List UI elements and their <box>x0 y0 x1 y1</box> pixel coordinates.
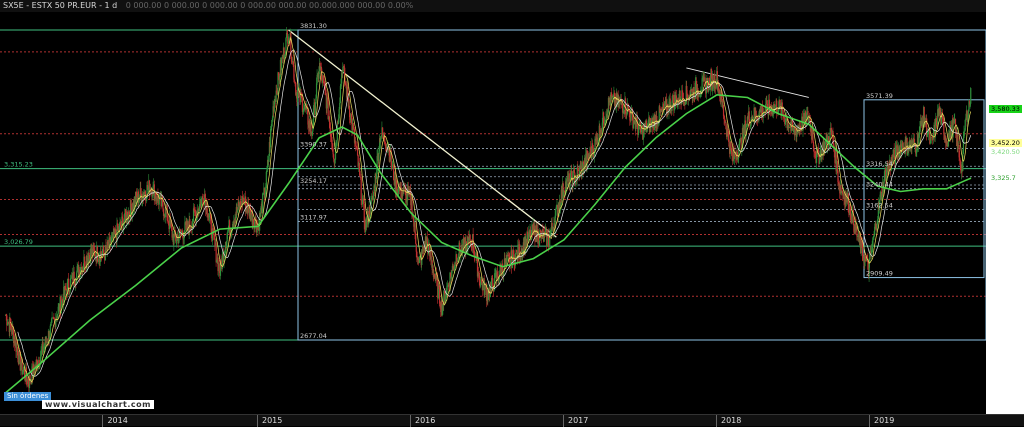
candle-body <box>943 122 945 135</box>
fib-level-label: 3571.39 <box>866 92 893 100</box>
candle-body <box>215 242 217 263</box>
price-tag: 3,580.33 <box>989 105 1022 114</box>
candle-body <box>338 109 340 119</box>
candle-body <box>250 214 252 221</box>
candle-body <box>456 254 458 262</box>
candle-body <box>360 177 362 201</box>
candle-body <box>861 242 864 256</box>
candle-body <box>17 350 19 360</box>
year-tick-2019: 2019 <box>869 415 894 427</box>
candle-body <box>333 154 335 160</box>
price-chart-svg[interactable]: 3831.30 3390.37 3254.17 3117.97 2677.04 3571.… <box>0 12 986 414</box>
symbol-title: SX5E - ESTX 50 PR.EUR - 1 d <box>3 1 118 10</box>
year-tick-2018: 2018 <box>716 415 741 427</box>
brand-watermark: www.visualchart.com <box>42 400 154 409</box>
candle-body <box>243 197 245 203</box>
candle-body <box>76 272 78 284</box>
price-scale[interactable]: 3,580.33 3,452.20 3,420.50 3,325.7 <box>986 0 1024 414</box>
fib-level-label: 3390.37 <box>300 140 327 148</box>
candle-body <box>970 88 972 104</box>
candle-body <box>719 90 721 98</box>
price-tag: 3,452.20 <box>989 139 1022 148</box>
fib-level-label: 2909.49 <box>866 270 893 278</box>
candle-body <box>625 98 627 114</box>
price-chart-area[interactable]: 3831.30 3390.37 3254.17 3117.97 2677.04 3571.… <box>0 12 986 414</box>
candle-body <box>339 102 341 110</box>
candle-body <box>287 40 289 44</box>
fib-level-label: 3117.97 <box>300 214 327 222</box>
year-tick-2014: 2014 <box>102 415 128 427</box>
candle-body <box>667 104 669 111</box>
candle-body <box>315 83 318 99</box>
candle-body <box>813 148 815 153</box>
fib-level-label: 3240.44 <box>866 181 893 189</box>
trendline-down-2018 <box>686 67 809 98</box>
candle-body <box>162 200 164 209</box>
candle-body <box>293 79 296 82</box>
candle-body <box>339 86 342 103</box>
candle-body <box>604 122 606 125</box>
candle-body <box>200 198 203 208</box>
candle-body <box>42 349 45 353</box>
candle-body <box>281 58 283 71</box>
level-price-label: 3,026.79 <box>4 238 33 246</box>
year-tick-2017: 2017 <box>563 415 588 427</box>
fib-level-label: 3316.54 <box>866 160 893 168</box>
candle-body <box>218 263 220 272</box>
candle-body <box>964 120 966 131</box>
fib-level-label: 3162.54 <box>866 202 893 210</box>
level-price-label: 3,315.23 <box>4 161 33 169</box>
ma-medium-line <box>17 49 972 377</box>
candle-body <box>265 172 267 189</box>
fib-level-label: 2677.04 <box>300 332 327 340</box>
price-tag: 3,420.50 <box>989 148 1022 157</box>
candle-body <box>415 243 417 252</box>
time-axis[interactable]: 2014 2015 2016 2017 2018 2019 <box>0 414 1024 427</box>
candle-body <box>262 193 264 214</box>
candle-body <box>415 233 417 244</box>
candle-body <box>359 171 361 177</box>
chart-title-bar: SX5E - ESTX 50 PR.EUR - 1 d 0 000.00 0 0… <box>0 0 986 12</box>
year-tick-2015: 2015 <box>257 415 282 427</box>
candle-body <box>566 177 568 189</box>
candle-body <box>555 209 557 216</box>
candle-body <box>393 164 395 181</box>
candle-body <box>414 222 416 234</box>
fib-level-label: 3831.30 <box>300 22 327 30</box>
candle-body <box>836 160 838 171</box>
year-tick-2016: 2016 <box>410 415 435 427</box>
candle-body <box>356 147 359 156</box>
candle-body <box>926 134 928 137</box>
price-tag: 3,325.7 <box>989 173 1018 182</box>
candle-body <box>49 325 51 337</box>
ma-long-line <box>4 93 972 394</box>
candle-body <box>332 148 334 155</box>
ohlc-readout: 0 000.00 0 000.00 0 000.00 0 000.00 000.… <box>125 1 414 10</box>
candle-body <box>704 77 706 82</box>
fib-level-label: 3254.17 <box>300 177 327 185</box>
